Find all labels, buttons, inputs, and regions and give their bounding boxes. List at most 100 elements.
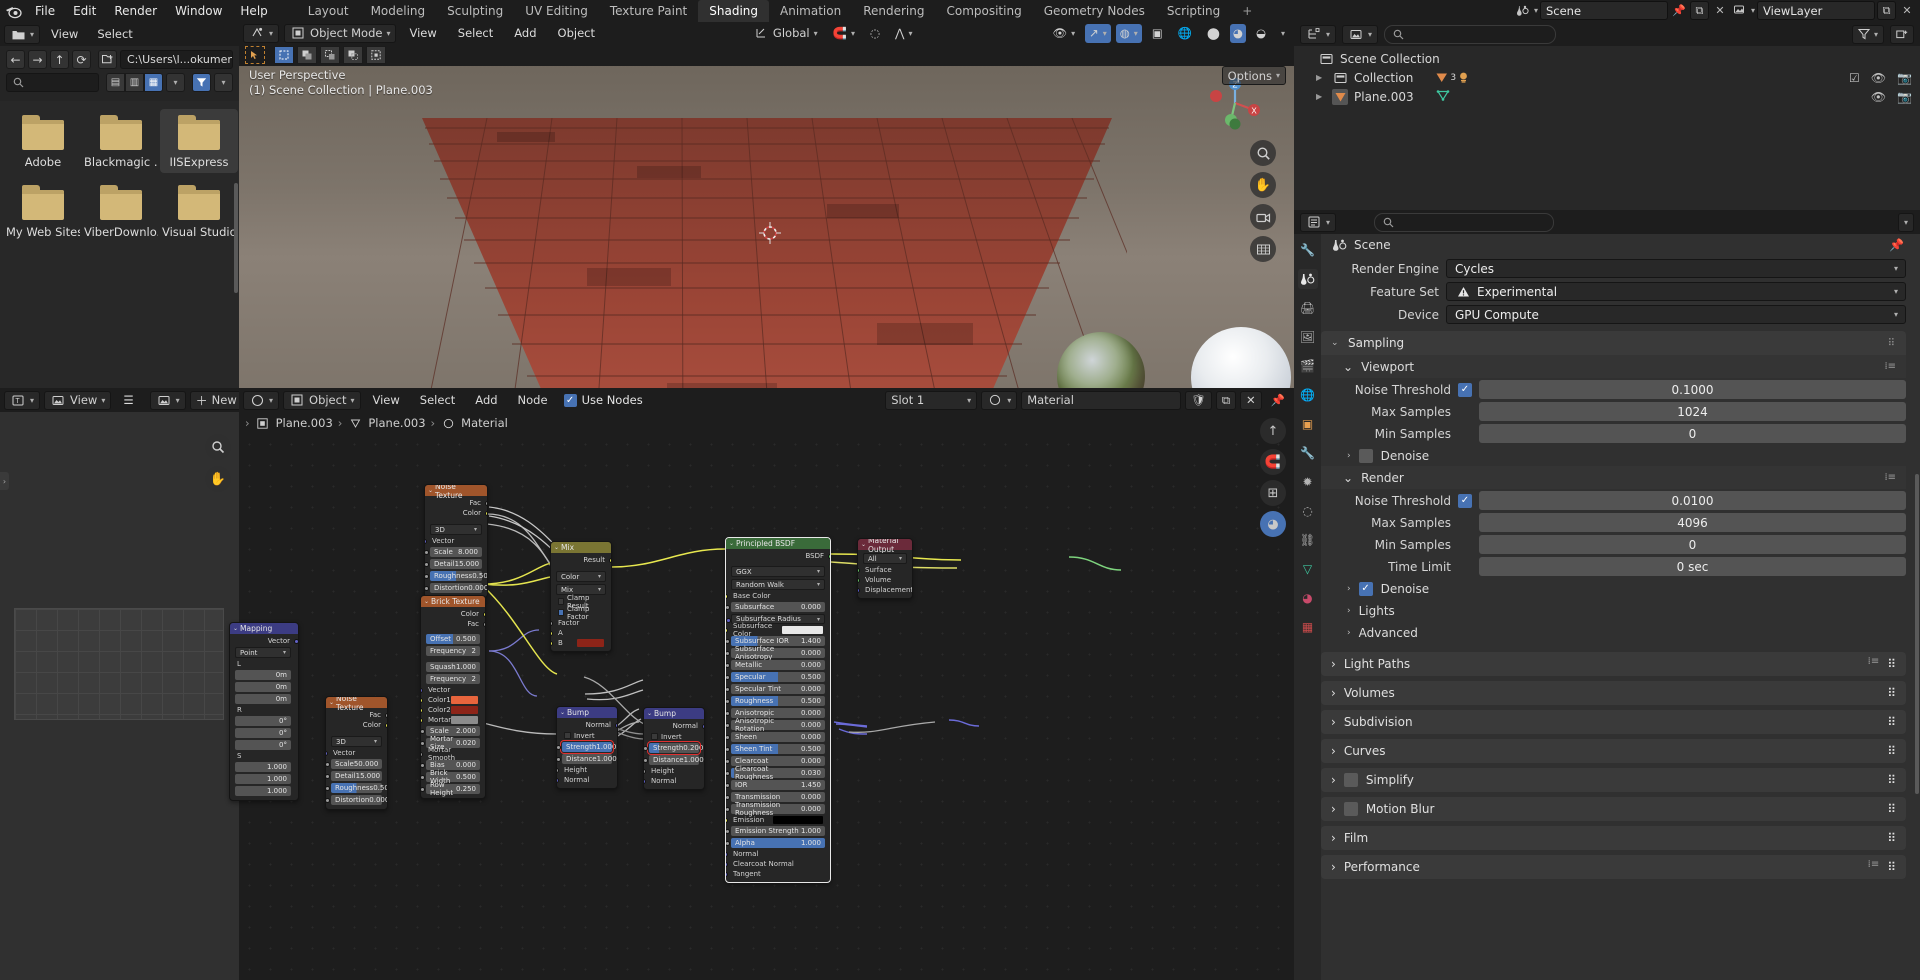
tab-render[interactable] [1298, 269, 1318, 289]
file-item[interactable]: Visual Studio... [160, 179, 238, 243]
node-header[interactable]: ⌄Mapping [230, 623, 298, 634]
viewport-object-menu[interactable]: Object [550, 24, 603, 43]
tab-modeling[interactable]: Modeling [360, 0, 437, 22]
lights-row[interactable]: › Lights [1321, 600, 1906, 621]
shader-select-menu[interactable]: Select [412, 391, 463, 410]
delete-viewlayer-icon[interactable]: ✕ [1898, 1, 1916, 20]
distribution-dropdown[interactable]: GGX▾ [731, 566, 825, 577]
material-slot-selector[interactable]: Slot 1▾ [885, 391, 977, 410]
file-item[interactable]: Adobe [4, 109, 82, 173]
blender-logo-icon[interactable] [0, 0, 26, 22]
camera-view-icon[interactable] [1250, 204, 1276, 230]
noise-distortion[interactable]: Distortion0.000 [331, 795, 382, 805]
noise-distortion[interactable]: Distortion0.000 [430, 583, 482, 593]
presets-icon[interactable]: ⁞≡ [1868, 657, 1880, 671]
prop-anisotropic-rotation[interactable]: Anisotropic Rotation0.000 [731, 720, 825, 730]
advanced-row[interactable]: › Advanced [1321, 622, 1906, 643]
node-header[interactable]: ⌄Bump [557, 707, 617, 718]
checkbox[interactable] [558, 609, 564, 616]
node-header[interactable]: ⌄Principled BSDF [726, 538, 830, 549]
pin-icon[interactable]: 📌 [1889, 238, 1904, 252]
editor-type-selector-image[interactable]: T ▾ [4, 391, 40, 410]
socket-row-normal-out[interactable]: Normal [646, 722, 702, 730]
tab-sculpting[interactable]: Sculpting [436, 0, 514, 22]
chevron-right-icon[interactable]: › [1347, 584, 1351, 594]
drag-handle-icon[interactable]: ⠿ [1887, 657, 1896, 671]
shader-overlay-icon[interactable]: ⊞ [1260, 480, 1286, 506]
node-header[interactable]: ⌄Mix [551, 542, 611, 553]
prop-subsurface-anisotropy[interactable]: Subsurface Anisotropy0.000 [731, 648, 825, 658]
socket-row-height[interactable]: Height [646, 767, 702, 775]
shader-type-selector[interactable]: Object▾ [283, 391, 360, 410]
select-subtract-button[interactable] [320, 46, 340, 64]
socket-row-vector[interactable]: Vector [423, 686, 483, 694]
node-header[interactable]: ⌄Bump [644, 708, 704, 719]
camera-icon[interactable]: 📷 [1897, 71, 1912, 85]
drag-handle-icon[interactable]: ⠿ [1887, 773, 1896, 787]
socket-row-mortar[interactable]: Mortar [423, 716, 483, 724]
time-limit-value[interactable]: 0 sec [1479, 557, 1906, 576]
node-header[interactable]: ⌄Brick Texture [421, 596, 485, 607]
prop-emission-strength[interactable]: Emission Strength1.000 [731, 826, 825, 836]
new-image-button[interactable]: ＋ New [190, 391, 243, 410]
noise-roughness[interactable]: Roughness0.500 [331, 783, 382, 793]
menu-window[interactable]: Window [166, 0, 231, 22]
noise-dimension-dropdown[interactable]: 3D▾ [430, 524, 482, 535]
presets-icon[interactable]: ⁞≡ [1868, 860, 1880, 874]
simplify-checkbox[interactable] [1344, 773, 1358, 787]
socket-row-height[interactable]: Height [559, 766, 615, 774]
camera-icon[interactable]: 📷 [1897, 90, 1912, 104]
fake-user-button[interactable]: 🛡 [1185, 391, 1212, 410]
node-header[interactable]: ⌄Noise Texture [326, 697, 387, 708]
panel-sampling-header[interactable]: ⌄ Sampling ⠿ [1321, 331, 1906, 355]
bump1-strength[interactable]: Strength1.000 [562, 742, 612, 752]
bump2-distance[interactable]: Distance1.000 [649, 755, 699, 765]
pin-material-icon[interactable]: 📌 [1266, 391, 1290, 410]
shading-options-chevron[interactable]: ▾ [1276, 24, 1290, 43]
chevron-down-icon[interactable]: ⌄ [1343, 360, 1353, 374]
viewlayer-browse-icon[interactable] [1731, 1, 1749, 20]
refresh-button[interactable]: ⟳ [72, 50, 91, 69]
node-header[interactable]: ⌄Noise Texture [425, 485, 487, 496]
chevron-down-icon[interactable]: ⌄ [1343, 471, 1353, 485]
checkbox[interactable] [651, 733, 658, 740]
prop-specular[interactable]: Specular0.500 [731, 672, 825, 682]
bump2-invert-row[interactable]: Invert [646, 732, 702, 741]
file-item[interactable]: Blackmagic ... [82, 109, 160, 173]
panel-light-paths[interactable]: › Light Paths ⁞≡⠿ [1321, 652, 1906, 676]
node-material-output[interactable]: ⌄Material Output All▾ Surface Volume Dis… [857, 538, 913, 599]
viewlayer-name-field[interactable]: ViewLayer [1757, 1, 1875, 20]
outliner-filter-button[interactable]: ▾ [1852, 25, 1884, 44]
tab-geometry-nodes[interactable]: Geometry Nodes [1033, 0, 1156, 22]
filebrowser-view-menu[interactable]: View [43, 25, 86, 44]
pan-gizmo-icon[interactable]: ✋ [205, 466, 231, 492]
viewlayer-chevron-icon[interactable]: ▾ [1751, 6, 1755, 15]
chevron-right-icon[interactable]: › [1331, 773, 1336, 787]
tab-particles[interactable]: ✹ [1298, 472, 1318, 492]
checkbox[interactable] [558, 598, 564, 605]
shading-wireframe-button[interactable]: 🌐 [1173, 24, 1197, 43]
tab-data[interactable]: ▽ [1298, 559, 1318, 579]
shader-snap-icon[interactable]: 🧲 [1260, 449, 1286, 475]
display-mode-selector[interactable]: ▾ [1342, 25, 1378, 44]
color1-swatch[interactable] [451, 696, 478, 704]
node-bump-1[interactable]: ⌄Bump Normal Invert Strength1.000 Distan… [556, 706, 618, 789]
chevron-right-icon[interactable]: › [1331, 715, 1336, 729]
mapping-rot-y[interactable]: 0° [235, 728, 291, 738]
tab-shading[interactable]: Shading [698, 0, 769, 22]
expand-arrow-icon[interactable]: ▶ [1316, 92, 1326, 101]
socket-row-factor[interactable]: Factor [553, 619, 609, 627]
properties-search-input[interactable] [1374, 213, 1554, 232]
mix-b-color-swatch[interactable] [577, 639, 604, 647]
socket-row-clearcoat-normal[interactable]: Clearcoat Normal [728, 860, 828, 868]
tab-texture[interactable]: ▦ [1298, 617, 1318, 637]
brick-squash-frequency[interactable]: Frequency2 [426, 674, 480, 684]
outliner-row-plane003[interactable]: ▶ Plane.003 👁 📷 [1294, 87, 1920, 106]
file-search-input[interactable] [6, 73, 99, 92]
file-item[interactable]: My Web Sites [4, 179, 82, 243]
chevron-right-icon[interactable]: › [1347, 606, 1351, 616]
max-samples-value[interactable]: 1024 [1479, 402, 1906, 421]
presets-icon[interactable]: ⁞≡ [1884, 362, 1896, 372]
brick-offset-frequency[interactable]: Frequency2 [426, 646, 480, 656]
feature-set-dropdown[interactable]: Experimental▾ [1446, 282, 1906, 301]
